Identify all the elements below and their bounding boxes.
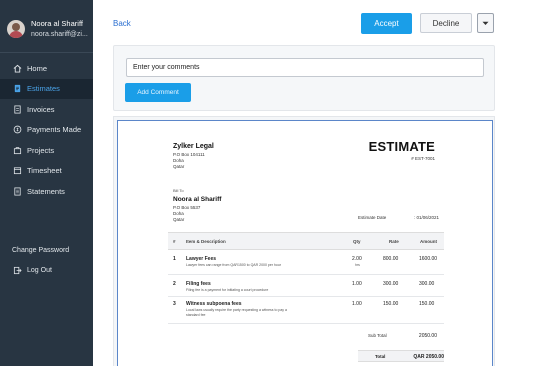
column-header: Amount [420, 239, 437, 244]
subtotal-value: 2050.00 [418, 333, 437, 339]
sidebar-item-invoices[interactable]: Invoices [0, 99, 93, 120]
item-name: Lawyer Fees [186, 256, 217, 262]
timesheet-icon [12, 166, 22, 176]
sidebar-item-label: Invoices [27, 104, 55, 114]
row-divider [168, 323, 444, 324]
estimate-date-label: Estimate Date [358, 215, 387, 220]
logout-label: Log Out [27, 266, 52, 274]
sidebar-item-statements[interactable]: Statements [0, 181, 93, 202]
home-icon [12, 63, 22, 73]
sidebar-item-payments-made[interactable]: Payments Made [0, 120, 93, 141]
projects-icon [12, 145, 22, 155]
app-window: Noora al Shariff noora.shariff@zi... Hom… [0, 0, 538, 366]
item-rate: 150.00 [383, 301, 399, 307]
user-profile[interactable]: Noora al Shariff noora.shariff@zi... [0, 0, 93, 44]
org-address-line: Doha [173, 158, 184, 163]
estimate-icon [12, 84, 22, 94]
comment-input[interactable]: Enter your comments [126, 58, 484, 77]
item-rate: 300.00 [383, 281, 399, 287]
row-divider [168, 274, 444, 275]
sidebar-nav: Home Estimates Invoices Payments Made Pr… [0, 58, 93, 202]
items-table-header: # Item & Description Qty Rate Amount [168, 232, 444, 250]
org-address-line: P.O Box 104111 [173, 152, 205, 157]
sidebar-bottom-links: Change Password Log Out [0, 240, 93, 280]
column-header: Rate [389, 239, 399, 244]
sidebar-item-home[interactable]: Home [0, 58, 93, 79]
estimate-date-value: : 01/06/2021 [414, 215, 440, 220]
org-name: Zylker Legal [173, 143, 214, 150]
row-divider [168, 296, 444, 297]
total-row: Total QAR 2050.00 [358, 350, 444, 362]
client-name: Noora al Shariff [173, 196, 222, 203]
more-actions-dropdown[interactable] [477, 13, 494, 33]
comment-panel: Enter your comments Add Comment [113, 45, 495, 111]
item-amount: 1600.00 [419, 256, 438, 262]
sidebar-item-timesheet[interactable]: Timesheet [0, 161, 93, 182]
subtotal-label: Sub Total [368, 333, 387, 338]
payment-icon [12, 125, 22, 135]
item-amount: 300.00 [419, 281, 435, 287]
estimate-number: # EST-7001 [411, 156, 435, 161]
chevron-down-icon [482, 21, 489, 25]
sidebar-item-label: Statements [27, 186, 65, 196]
bill-to-label: Bill To [173, 188, 184, 193]
item-qty: 1.00 [352, 281, 362, 287]
logout-icon [12, 265, 22, 275]
statements-icon [12, 186, 22, 196]
estimate-preview: Zylker Legal P.O Box 104111 Doha Qatar E… [113, 116, 495, 366]
item-number: 2 [173, 281, 176, 287]
item-unit: hrs [355, 263, 360, 267]
item-description: Local laws usually require the party req… [186, 308, 287, 317]
column-header: # [173, 239, 176, 244]
sidebar-item-label: Projects [27, 145, 55, 155]
invoice-icon [12, 104, 22, 114]
estimate-title: ESTIMATE [368, 139, 435, 154]
item-amount: 150.00 [419, 301, 435, 307]
column-header: Item & Description [186, 239, 226, 244]
sidebar-item-label: Home [27, 63, 48, 73]
item-description: Filing fee is a payment for initiating a… [186, 288, 269, 292]
client-address-line: P.O Box 5537 [173, 205, 201, 210]
item-number: 3 [173, 301, 176, 307]
column-header: Qty [353, 239, 361, 244]
sidebar: Noora al Shariff noora.shariff@zi... Hom… [0, 0, 93, 366]
profile-email: noora.shariff@zi... [31, 31, 88, 38]
sidebar-item-label: Estimates [27, 84, 60, 94]
item-rate: 800.00 [383, 256, 399, 262]
total-label: Total [375, 354, 386, 359]
total-value: QAR 2050.00 [413, 354, 444, 360]
profile-name: Noora al Shariff [31, 19, 83, 28]
item-qty: 1.00 [352, 301, 362, 307]
main-content: Back Accept Decline Enter your comments … [93, 0, 538, 366]
back-link[interactable]: Back [113, 19, 131, 28]
client-address-line: Doha [173, 211, 184, 216]
item-qty: 2.00 [352, 256, 362, 262]
sidebar-item-estimates[interactable]: Estimates [0, 78, 93, 99]
avatar [7, 20, 25, 38]
decline-button[interactable]: Decline [420, 13, 472, 33]
accept-button[interactable]: Accept [361, 13, 412, 34]
item-description: Lawyer fees can range from QAR1500 to QA… [186, 263, 281, 267]
sidebar-item-projects[interactable]: Projects [0, 140, 93, 161]
sidebar-item-label: Timesheet [27, 166, 62, 176]
change-password-link[interactable]: Change Password [0, 240, 93, 260]
client-address-line: Qatar [173, 217, 185, 222]
sidebar-item-label: Payments Made [27, 125, 82, 135]
item-name: Filing fees [186, 281, 211, 287]
item-name: Witness subpoena fees [186, 301, 242, 307]
item-number: 1 [173, 256, 176, 262]
logout-link[interactable]: Log Out [0, 260, 93, 280]
sidebar-divider [0, 52, 93, 53]
estimate-document: Zylker Legal P.O Box 104111 Doha Qatar E… [117, 120, 493, 366]
add-comment-button[interactable]: Add Comment [125, 83, 191, 102]
org-address-line: Qatar [173, 164, 185, 169]
profile-text: Noora al Shariff noora.shariff@zi... [31, 18, 88, 40]
